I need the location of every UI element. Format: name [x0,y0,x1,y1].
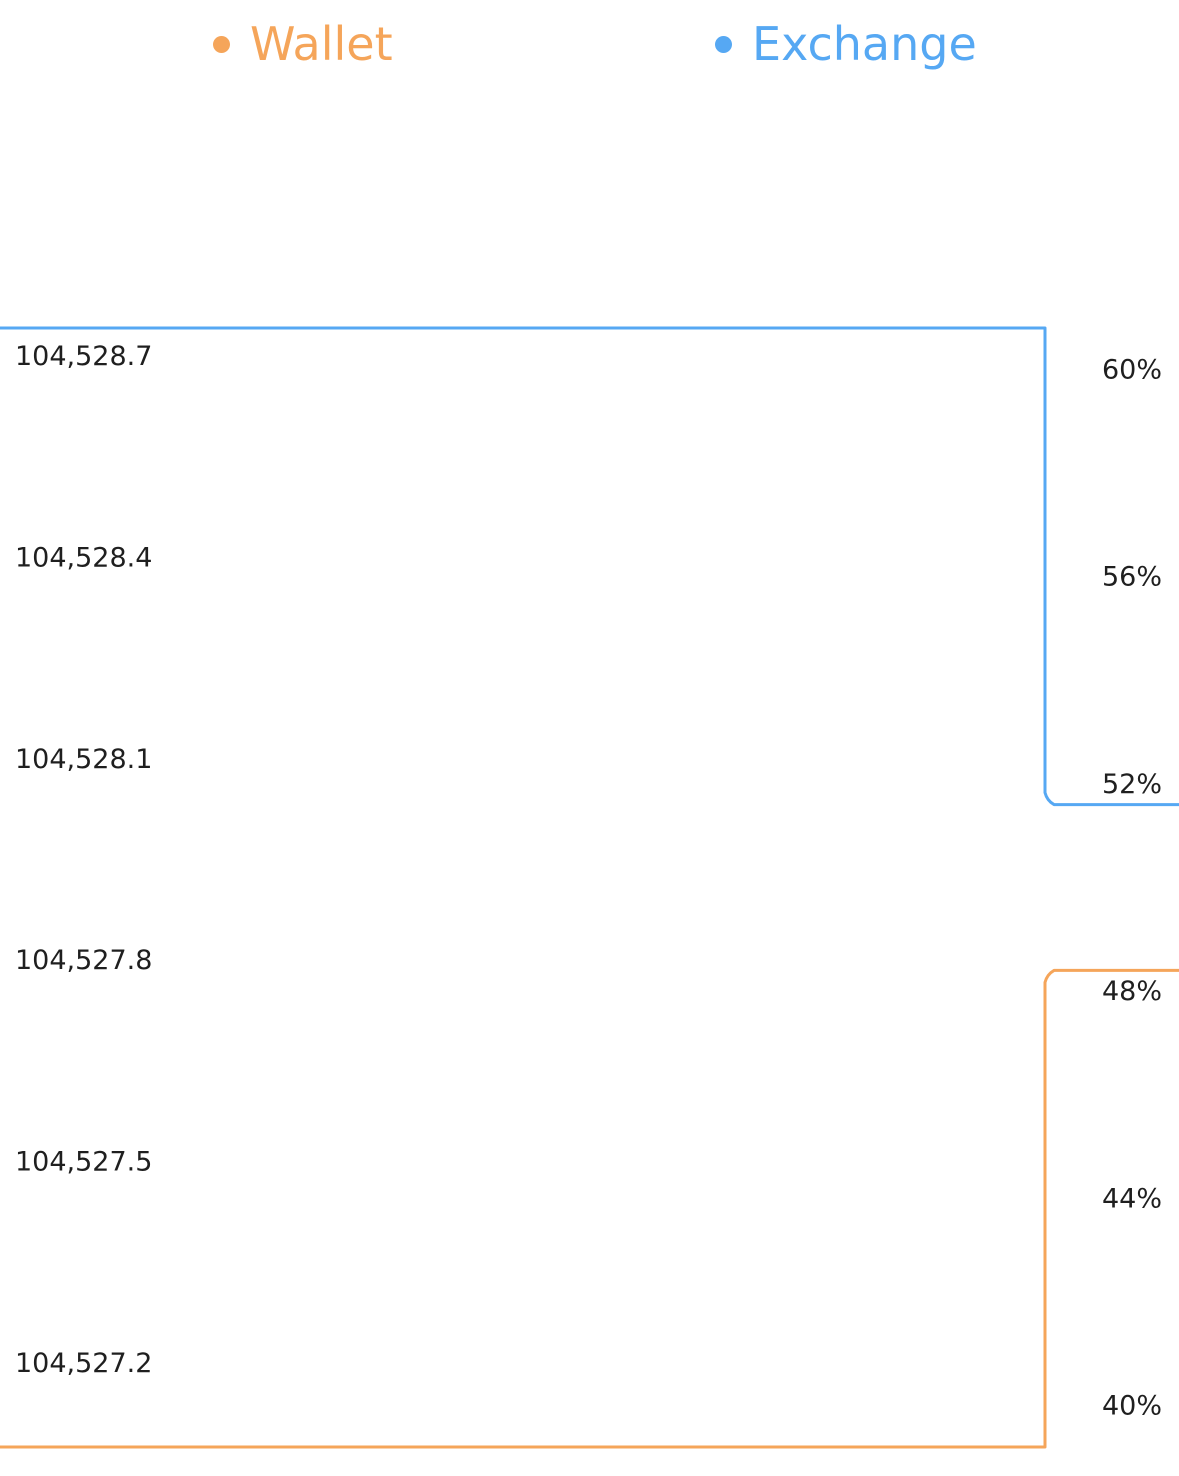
right-axis-tick-label: 48% [1102,976,1162,1007]
left-axis-tick-label: 104,528.1 [15,744,152,775]
line-chart: 104,528.7 104,528.4 104,528.1 104,527.8 104,… [0,326,1179,1449]
right-axis-tick-label: 40% [1102,1391,1162,1422]
series-lines [0,326,1179,1449]
left-axis-tick-label: 104,528.7 [15,341,152,372]
right-axis-ticks: 60% 56% 52% 48% 44% 40% [1102,354,1162,1421]
left-axis-tick-label: 104,527.8 [15,945,152,976]
left-axis-ticks: 104,528.7 104,528.4 104,528.1 104,527.8 104,… [15,341,152,1379]
right-axis-tick-label: 44% [1102,1183,1162,1214]
left-axis-tick-label: 104,527.5 [15,1147,152,1178]
right-axis-tick-label: 56% [1102,562,1162,593]
right-axis-tick-label: 52% [1102,769,1162,800]
right-axis-tick-label: 60% [1102,354,1162,385]
left-axis-tick-label: 104,527.2 [15,1348,152,1379]
series-line-wallet [0,968,1179,1449]
series-line-exchange [0,326,1179,807]
left-axis-tick-label: 104,528.4 [15,542,152,573]
